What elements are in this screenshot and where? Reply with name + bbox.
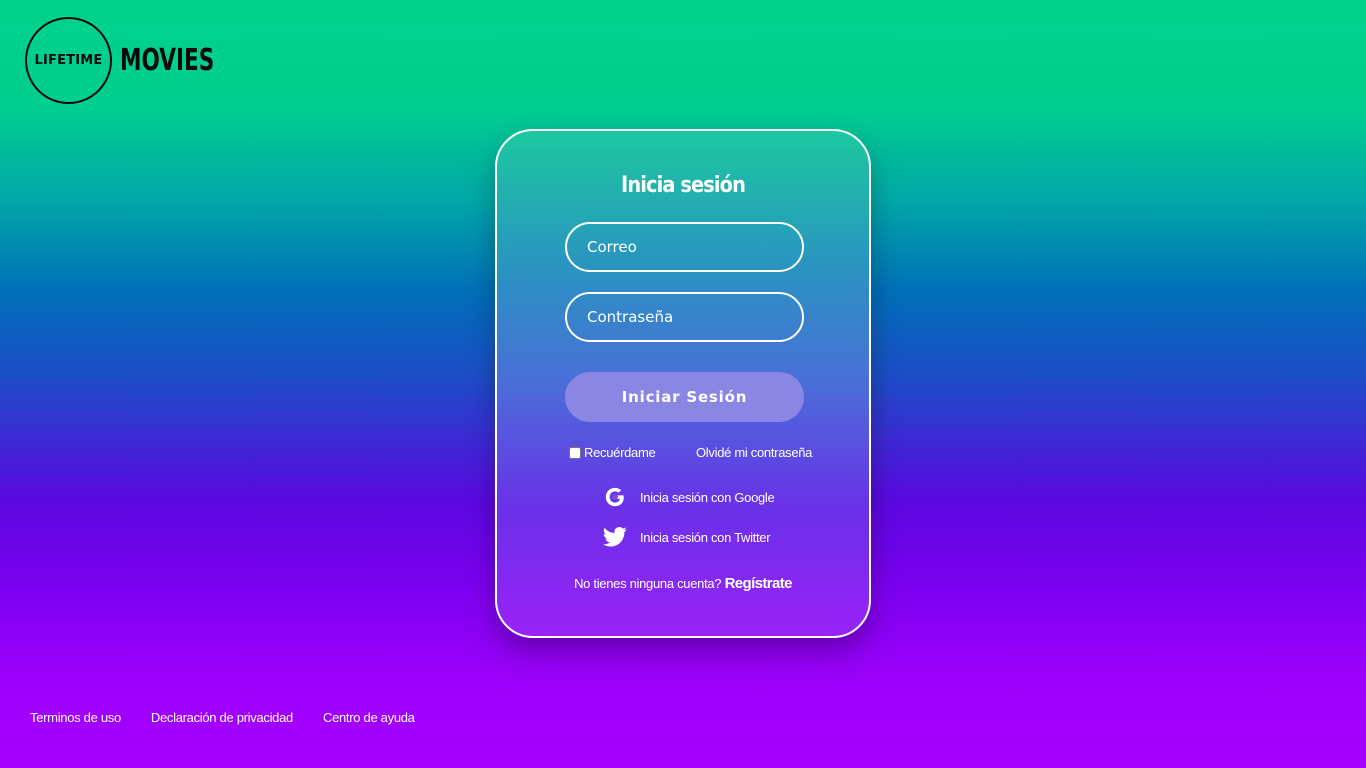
google-login-link[interactable]: Inicia sesión con Google (603, 485, 775, 509)
google-icon (603, 485, 627, 509)
password-field[interactable] (565, 292, 804, 342)
remember-me[interactable]: Recuérdame (569, 445, 656, 460)
login-button[interactable]: Iniciar Sesión (565, 372, 804, 422)
signup-link[interactable]: Regístrate (725, 575, 793, 592)
footer: Terminos de uso Declaración de privacida… (30, 710, 445, 725)
logo-circle: LIFETIME (25, 17, 112, 104)
logo-circle-text: LIFETIME (34, 53, 103, 68)
footer-link-help[interactable]: Centro de ayuda (323, 710, 415, 725)
remember-me-checkbox[interactable] (569, 446, 581, 459)
logo-word: MOVIES (120, 43, 215, 78)
email-field[interactable] (565, 222, 804, 272)
footer-link-privacy[interactable]: Declaración de privacidad (151, 710, 293, 725)
login-title: Inicia sesión (621, 173, 746, 198)
google-login-label: Inicia sesión con Google (640, 489, 775, 505)
twitter-login-link[interactable]: Inicia sesión con Twitter (603, 525, 771, 549)
twitter-icon (603, 525, 627, 549)
twitter-login-label: Inicia sesión con Twitter (640, 529, 771, 545)
signup-row: No tienes ninguna cuenta? Regístrate (497, 575, 869, 592)
signup-prompt: No tienes ninguna cuenta? (574, 576, 722, 591)
brand-logo[interactable]: LIFETIME MOVIES (25, 15, 251, 106)
login-card: Inicia sesión Iniciar Sesión Recuérdame … (495, 129, 871, 638)
footer-link-terms[interactable]: Terminos de uso (30, 710, 121, 725)
forgot-password-link[interactable]: Olvidé mi contraseña (696, 445, 812, 460)
remember-me-label: Recuérdame (584, 445, 656, 460)
